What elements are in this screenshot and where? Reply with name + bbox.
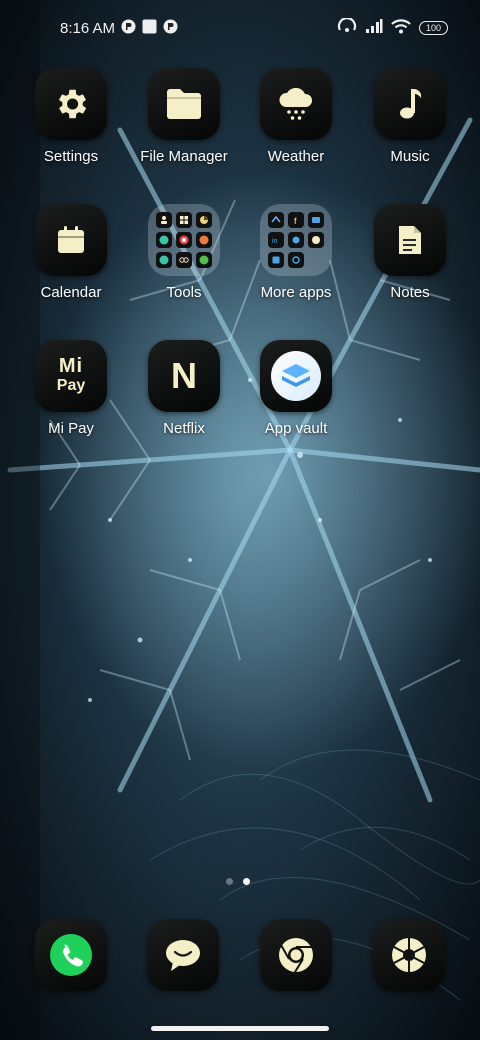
app-label: Netflix	[163, 420, 205, 437]
mi-pay-logo-bottom: Pay	[56, 377, 86, 394]
calendar-icon	[58, 226, 84, 253]
folder-tools[interactable]: Tools	[129, 204, 239, 301]
page-indicator	[226, 878, 250, 885]
app-tile[interactable]	[148, 68, 220, 140]
dock-messaging[interactable]	[147, 919, 219, 991]
battery-icon: 100	[419, 21, 448, 35]
app-weather[interactable]: Weather	[241, 68, 351, 165]
app-label: Tools	[166, 284, 202, 301]
app-tile[interactable]	[35, 204, 107, 276]
gear-icon	[58, 89, 87, 119]
app-tile[interactable]	[373, 919, 445, 991]
gesture-bar[interactable]	[151, 1026, 329, 1031]
app-label: Calendar	[40, 284, 102, 301]
app-label: More apps	[260, 284, 332, 301]
camera-shutter-icon	[392, 938, 426, 972]
netflix-logo: N	[171, 355, 197, 396]
mini-app-icon	[196, 232, 212, 248]
app-tile[interactable]	[374, 68, 446, 140]
app-tile[interactable]: N	[148, 340, 220, 412]
dock-browser[interactable]	[260, 919, 332, 991]
chat-bubble-icon	[166, 940, 200, 971]
app-label: Mi Pay	[48, 420, 94, 437]
square-notification-icon	[142, 19, 157, 38]
app-tile[interactable]	[374, 204, 446, 276]
hotspot-icon	[337, 17, 357, 38]
mini-app-icon	[176, 212, 192, 228]
signal-icon	[365, 18, 383, 38]
app-music[interactable]: Music	[355, 68, 465, 165]
status-left: 8:16 AM	[60, 19, 178, 38]
mi-pay-logo-top: Mi	[58, 355, 84, 377]
notification-icon	[121, 19, 136, 38]
svg-text:f: f	[294, 216, 297, 225]
app-tile[interactable]: Mi Pay	[35, 340, 107, 412]
app-label: Weather	[267, 148, 325, 165]
chrome-icon	[279, 938, 313, 973]
cloud-snow-icon	[279, 87, 313, 120]
app-tile[interactable]	[260, 340, 332, 412]
app-folder[interactable]	[148, 204, 220, 276]
folder-icon	[167, 89, 201, 119]
app-mi-pay[interactable]: Mi Pay Mi Pay	[16, 340, 126, 437]
mini-app-empty	[308, 252, 324, 268]
mini-app-icon	[268, 252, 284, 268]
mini-app-icon	[156, 232, 172, 248]
status-right: 100	[337, 17, 448, 38]
app-folder[interactable]: f in	[260, 204, 332, 276]
app-label: Music	[390, 148, 430, 165]
dock-camera[interactable]	[373, 919, 445, 991]
app-netflix[interactable]: N Netflix	[129, 340, 239, 437]
mini-app-icon	[176, 232, 192, 248]
dock-phone[interactable]	[35, 919, 107, 991]
mi-pay-logo: Mi Pay	[56, 355, 86, 395]
mini-app-icon	[308, 212, 324, 228]
page-dot-active[interactable]	[243, 878, 250, 885]
mini-app-icon	[196, 252, 212, 268]
app-notes[interactable]: Notes	[355, 204, 465, 301]
svg-text:in: in	[272, 238, 278, 245]
app-tile[interactable]	[35, 919, 107, 991]
clock: 8:16 AM	[60, 20, 116, 37]
app-file-manager[interactable]: File Manager	[129, 68, 239, 165]
status-bar: 8:16 AM 100	[0, 0, 480, 56]
app-tile[interactable]	[260, 68, 332, 140]
mini-app-icon	[176, 252, 192, 268]
mini-app-icon	[156, 252, 172, 268]
app-label: Notes	[390, 284, 430, 301]
app-tile[interactable]	[35, 68, 107, 140]
app-calendar[interactable]: Calendar	[16, 204, 126, 301]
folder-more-apps[interactable]: f in More apps	[241, 204, 351, 301]
mini-app-icon	[268, 212, 284, 228]
page-dot[interactable]	[226, 878, 233, 885]
mini-app-icon: f	[288, 212, 304, 228]
app-app-vault[interactable]: App vault	[241, 340, 351, 437]
wifi-icon	[391, 18, 411, 38]
app-label: File Manager	[140, 148, 228, 165]
mini-app-icon	[308, 232, 324, 248]
app-label: Settings	[43, 148, 99, 165]
mini-app-icon	[156, 212, 172, 228]
phone-icon	[50, 934, 92, 976]
music-note-icon	[400, 89, 422, 119]
mini-app-icon: in	[268, 232, 284, 248]
app-tile[interactable]	[260, 919, 332, 991]
notification-icon	[163, 19, 178, 38]
mini-app-icon	[196, 212, 212, 228]
app-vault-icon	[271, 351, 321, 401]
app-label: App vault	[264, 420, 328, 437]
app-settings[interactable]: Settings	[16, 68, 126, 165]
mini-app-icon	[288, 252, 304, 268]
app-tile[interactable]	[147, 919, 219, 991]
note-icon	[399, 226, 421, 254]
mini-app-icon	[288, 232, 304, 248]
